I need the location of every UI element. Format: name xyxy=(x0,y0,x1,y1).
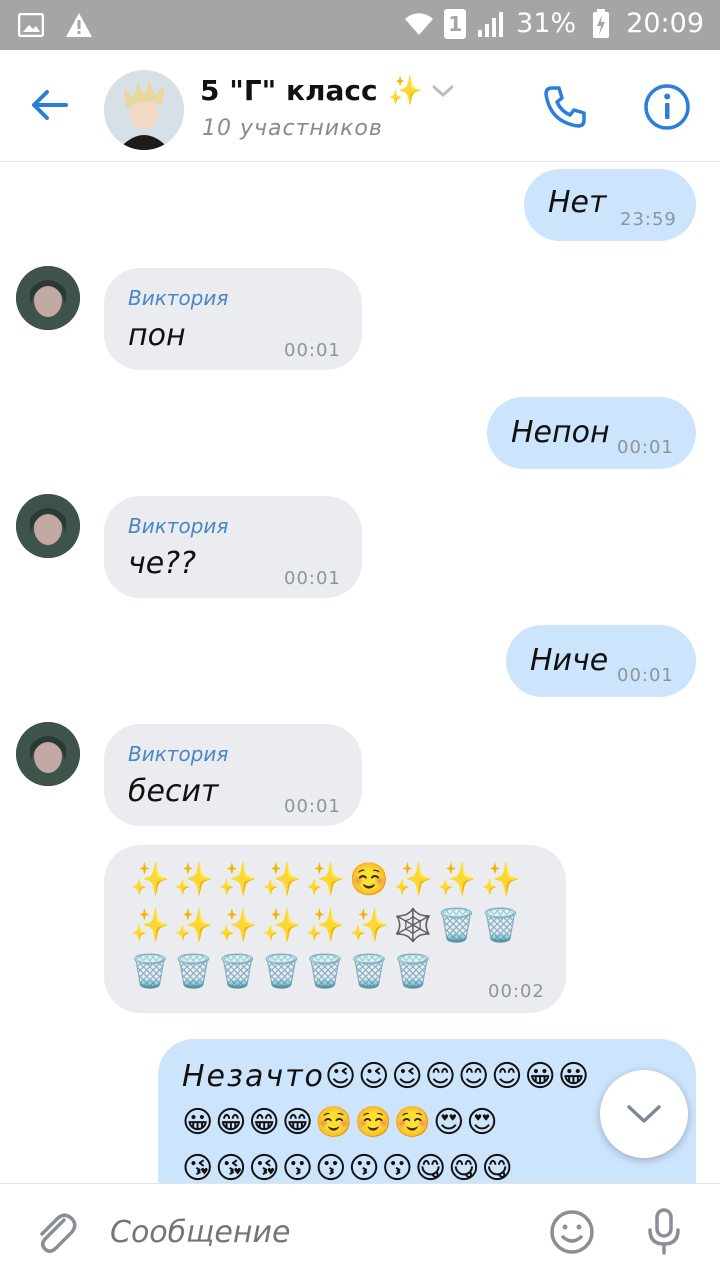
message-text: че?? xyxy=(128,546,197,581)
battery-percent: 31% xyxy=(516,8,577,39)
message-text: Нет xyxy=(548,185,607,220)
sender-avatar[interactable] xyxy=(16,266,80,330)
sender-avatar[interactable] xyxy=(16,722,80,786)
message-time: 00:01 xyxy=(284,568,341,589)
back-button[interactable] xyxy=(24,80,74,130)
arrow-left-icon xyxy=(32,90,68,120)
warning-icon xyxy=(64,10,94,40)
message-composer xyxy=(0,1183,720,1280)
emoji-line: 😘😘😘😗😗😗😗😋😋😋 xyxy=(182,1151,515,1183)
incoming-message[interactable]: Виктория пон 00:01 xyxy=(104,268,362,370)
emoji-line: ✨✨✨✨✨☺️✨✨✨ xyxy=(130,860,525,898)
outgoing-message[interactable]: Ниче 00:01 xyxy=(506,625,696,697)
clock: 20:09 xyxy=(626,8,704,39)
status-bar: 1 31% 20:09 xyxy=(0,0,720,50)
voice-button[interactable] xyxy=(638,1206,690,1258)
emoji-line: ✨✨✨✨✨✨🕸️🗑️🗑️ xyxy=(130,906,525,944)
signal-icon xyxy=(476,9,506,39)
chat-title[interactable]: 5 "Г" класс ✨ xyxy=(200,74,454,107)
outgoing-message[interactable]: Непон 00:01 xyxy=(487,397,696,469)
chevron-down-icon[interactable] xyxy=(432,84,454,98)
outgoing-message[interactable]: Нет 23:59 xyxy=(524,169,696,241)
participants-count: 10 участников xyxy=(202,116,383,141)
incoming-emoji-message[interactable]: ✨✨✨✨✨☺️✨✨✨ ✨✨✨✨✨✨🕸️🗑️🗑️ 🗑️🗑️🗑️🗑️🗑️🗑️🗑️ 0… xyxy=(104,845,566,1013)
message-time: 00:01 xyxy=(617,665,674,686)
chat-header: 5 "Г" класс ✨ 10 участников xyxy=(0,50,720,162)
attach-button[interactable] xyxy=(30,1206,82,1258)
sender-name: Виктория xyxy=(128,742,229,766)
emoji-button[interactable] xyxy=(546,1206,598,1258)
emoji-line: Незачто😉😉😉😊😊😊😀😀 xyxy=(182,1059,592,1094)
emoji-line: 😀😁😁😁☺️☺️☺️😍😍 xyxy=(182,1105,500,1140)
battery-charging-icon xyxy=(586,8,616,39)
phone-icon xyxy=(544,86,586,128)
message-time: 00:01 xyxy=(284,340,341,361)
message-text: Непон xyxy=(511,415,610,450)
info-icon xyxy=(644,84,690,130)
scroll-to-bottom-button[interactable] xyxy=(600,1070,688,1158)
incoming-message[interactable]: Виктория бесит 00:01 xyxy=(104,724,362,826)
sim-indicator: 1 xyxy=(444,8,467,39)
message-text: пон xyxy=(128,318,186,353)
call-button[interactable] xyxy=(538,80,592,134)
sender-name: Виктория xyxy=(128,514,229,538)
message-time: 00:02 xyxy=(488,981,545,1002)
gallery-icon xyxy=(16,10,46,40)
group-avatar[interactable] xyxy=(104,70,184,150)
smiley-icon xyxy=(550,1210,594,1254)
message-text: Ниче xyxy=(530,643,609,678)
chat-title-text: 5 "Г" класс xyxy=(200,74,378,107)
message-text: бесит xyxy=(128,774,219,809)
message-time: 00:01 xyxy=(284,796,341,817)
message-time: 00:01 xyxy=(617,437,674,458)
emoji-line: 🗑️🗑️🗑️🗑️🗑️🗑️🗑️ xyxy=(130,952,437,990)
wifi-icon xyxy=(404,9,434,39)
sparkles-emoji: ✨ xyxy=(387,74,423,107)
incoming-message[interactable]: Виктория че?? 00:01 xyxy=(104,496,362,598)
message-time: 23:59 xyxy=(620,209,677,230)
chevron-down-icon xyxy=(627,1105,661,1123)
paperclip-icon xyxy=(40,1213,77,1253)
message-list[interactable]: Нет 23:59 Виктория пон 00:01 Непон 00:01… xyxy=(0,163,720,1183)
sender-name: Виктория xyxy=(128,286,229,310)
message-input[interactable] xyxy=(110,1204,530,1260)
info-button[interactable] xyxy=(640,80,694,134)
sender-avatar[interactable] xyxy=(16,494,80,558)
microphone-icon xyxy=(648,1208,680,1255)
